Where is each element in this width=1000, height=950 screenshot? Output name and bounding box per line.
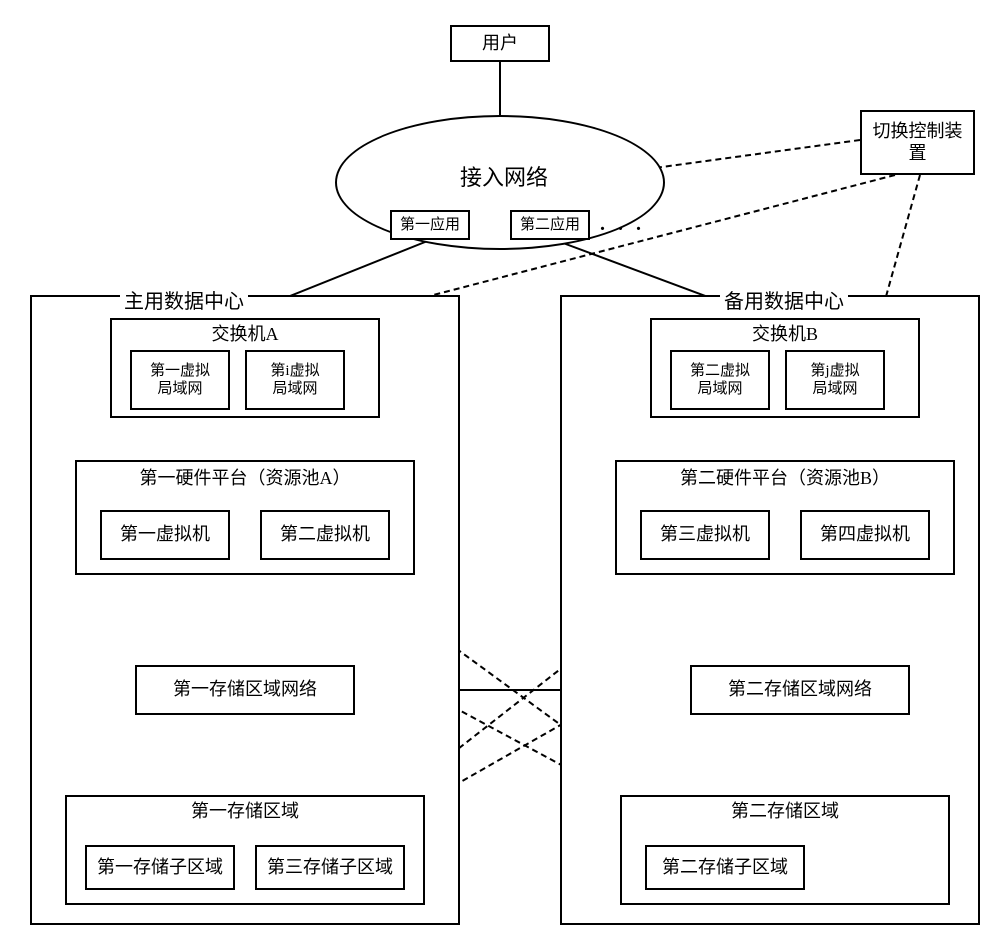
vm1-label: 第一虚拟机: [120, 524, 210, 546]
switch-a-label: 交换机A: [212, 324, 279, 346]
access-network-label: 接入网络: [460, 160, 548, 192]
storage1-label: 第一存储区域: [191, 801, 299, 823]
san2-box: 第二存储区域网络: [690, 665, 910, 715]
user-box: 用户: [450, 25, 550, 62]
vlan1-box: 第一虚拟 局域网: [130, 350, 230, 410]
app1-label: 第一应用: [400, 216, 460, 234]
hw-platform-a-label: 第一硬件平台（资源池A）: [140, 468, 351, 490]
vm1-box: 第一虚拟机: [100, 510, 230, 560]
san1-box: 第一存储区域网络: [135, 665, 355, 715]
vlan-j-label: 第j虚拟 局域网: [810, 362, 859, 398]
san2-label: 第二存储区域网络: [728, 679, 872, 701]
vm4-label: 第四虚拟机: [820, 524, 910, 546]
backup-dc-title: 备用数据中心: [720, 285, 848, 314]
sub2-box: 第二存储子区域: [645, 845, 805, 890]
app2-label: 第二应用: [520, 216, 580, 234]
vlan2-label: 第二虚拟 局域网: [690, 362, 750, 398]
apps-ellipsis: . . .: [600, 213, 645, 236]
primary-dc-title: 主用数据中心: [120, 285, 248, 314]
switch-control-label: 切换控制装 置: [873, 121, 963, 164]
vlan1-label: 第一虚拟 局域网: [150, 362, 210, 398]
vm4-box: 第四虚拟机: [800, 510, 930, 560]
app1-box: 第一应用: [390, 210, 470, 240]
san1-label: 第一存储区域网络: [173, 679, 317, 701]
vlan-i-label: 第i虚拟 局域网: [270, 362, 319, 398]
sub3-box: 第三存储子区域: [255, 845, 405, 890]
vm2-box: 第二虚拟机: [260, 510, 390, 560]
vlan2-box: 第二虚拟 局域网: [670, 350, 770, 410]
sub3-label: 第三存储子区域: [267, 857, 393, 879]
switch-control-box: 切换控制装 置: [860, 110, 975, 175]
vm2-label: 第二虚拟机: [280, 524, 370, 546]
sub1-box: 第一存储子区域: [85, 845, 235, 890]
vlan-i-box: 第i虚拟 局域网: [245, 350, 345, 410]
app2-box: 第二应用: [510, 210, 590, 240]
switch-b-label: 交换机B: [752, 324, 818, 346]
vlan-j-box: 第j虚拟 局域网: [785, 350, 885, 410]
vm3-box: 第三虚拟机: [640, 510, 770, 560]
sub2-label: 第二存储子区域: [662, 857, 788, 879]
user-label: 用户: [482, 33, 518, 55]
storage2-label: 第二存储区域: [731, 801, 839, 823]
hw-platform-b-label: 第二硬件平台（资源池B）: [680, 468, 890, 490]
sub1-label: 第一存储子区域: [97, 857, 223, 879]
vm3-label: 第三虚拟机: [660, 524, 750, 546]
